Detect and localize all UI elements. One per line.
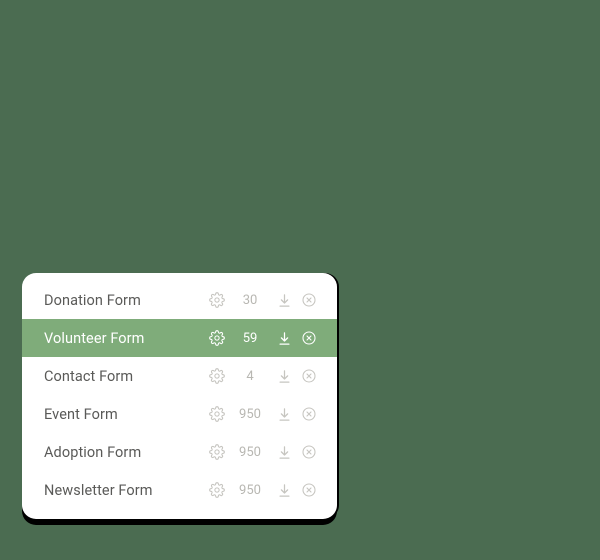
form-name: Newsletter Form xyxy=(44,482,205,499)
submission-count: 950 xyxy=(229,407,271,422)
form-name: Volunteer Form xyxy=(44,330,205,347)
close-circle-icon[interactable] xyxy=(297,292,321,308)
download-icon[interactable] xyxy=(271,445,297,460)
list-item[interactable]: Newsletter Form 950 xyxy=(22,471,337,509)
list-item[interactable]: Volunteer Form 59 xyxy=(22,319,337,357)
download-icon[interactable] xyxy=(271,407,297,422)
submission-count: 950 xyxy=(229,483,271,498)
list-item[interactable]: Donation Form 30 xyxy=(22,281,337,319)
close-circle-icon[interactable] xyxy=(297,330,321,346)
form-name: Donation Form xyxy=(44,292,205,309)
gear-icon[interactable] xyxy=(205,292,229,308)
submission-count: 950 xyxy=(229,445,271,460)
gear-icon[interactable] xyxy=(205,482,229,498)
download-icon[interactable] xyxy=(271,483,297,498)
close-circle-icon[interactable] xyxy=(297,444,321,460)
form-name: Adoption Form xyxy=(44,444,205,461)
form-name: Contact Form xyxy=(44,368,205,385)
download-icon[interactable] xyxy=(271,293,297,308)
list-item[interactable]: Event Form 950 xyxy=(22,395,337,433)
gear-icon[interactable] xyxy=(205,444,229,460)
gear-icon[interactable] xyxy=(205,406,229,422)
download-icon[interactable] xyxy=(271,369,297,384)
download-icon[interactable] xyxy=(271,331,297,346)
forms-card: Donation Form 30 Volunteer Form xyxy=(22,273,337,519)
submission-count: 59 xyxy=(229,331,271,346)
close-circle-icon[interactable] xyxy=(297,482,321,498)
list-item[interactable]: Adoption Form 950 xyxy=(22,433,337,471)
close-circle-icon[interactable] xyxy=(297,406,321,422)
gear-icon[interactable] xyxy=(205,330,229,346)
form-name: Event Form xyxy=(44,406,205,423)
submission-count: 4 xyxy=(229,369,271,384)
gear-icon[interactable] xyxy=(205,368,229,384)
list-item[interactable]: Contact Form 4 xyxy=(22,357,337,395)
submission-count: 30 xyxy=(229,293,271,308)
close-circle-icon[interactable] xyxy=(297,368,321,384)
